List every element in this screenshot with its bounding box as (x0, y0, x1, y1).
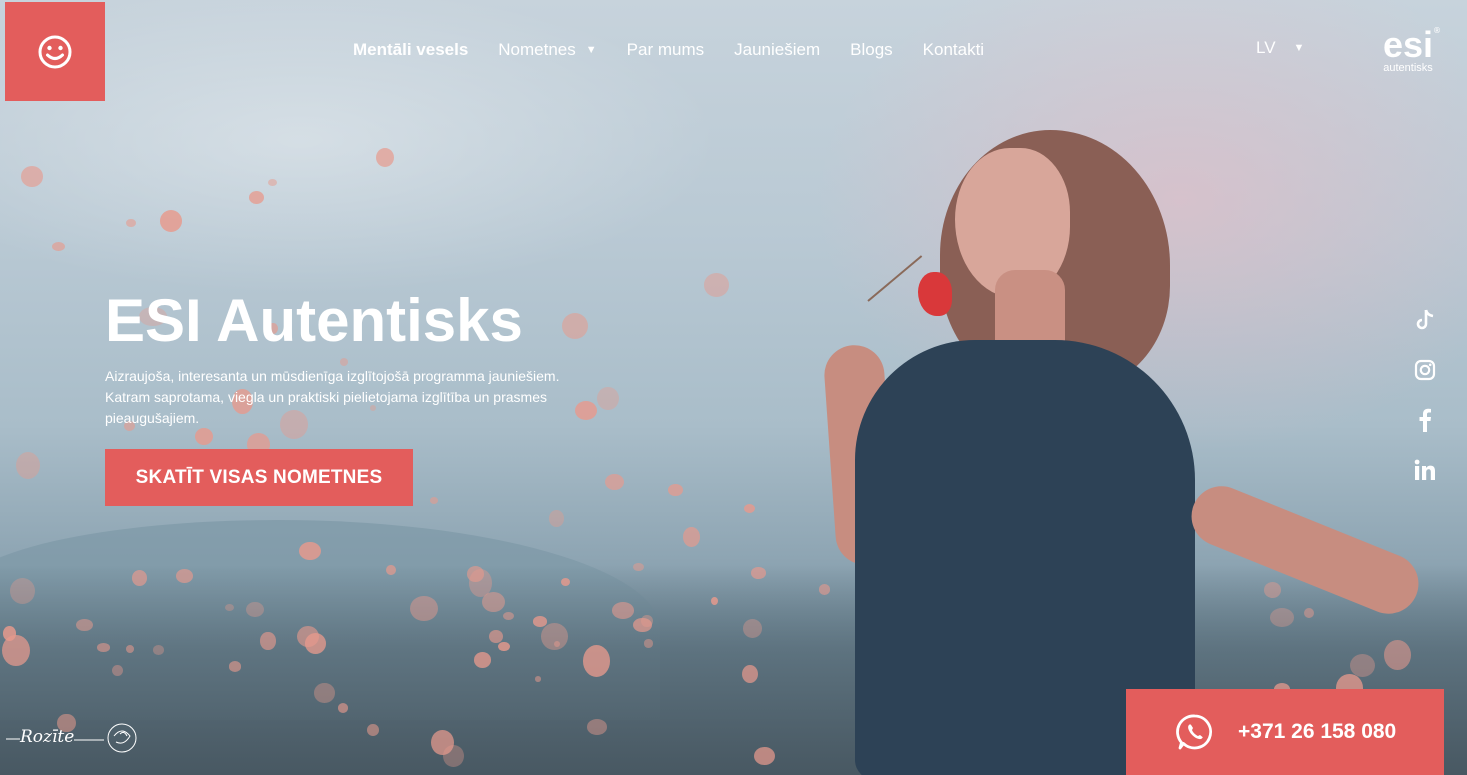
signature-text: Rozīte (20, 727, 75, 747)
flower-bud (386, 565, 396, 575)
flower-bud (498, 641, 510, 652)
flower-bud (51, 241, 65, 251)
flower-bud (1263, 582, 1281, 598)
flower-bud (667, 483, 683, 497)
flower-bud (474, 652, 492, 668)
flower-bud (604, 473, 624, 491)
chevron-down-icon: ▼ (585, 44, 597, 56)
smiley-icon (38, 35, 72, 68)
flower-bud (304, 632, 327, 654)
registered-mark: ® (1433, 26, 1442, 35)
instagram-icon[interactable] (1410, 355, 1440, 385)
whatsapp-phone-button[interactable]: +371 26 158 080 (1126, 689, 1444, 775)
flower-bud (643, 639, 653, 648)
nav-item-nometnes-label: Nometnes (498, 40, 576, 59)
nav-item-kontakti[interactable]: Kontakti (923, 38, 984, 62)
nav-item-blogs[interactable]: Blogs (850, 38, 893, 62)
phone-number: +371 26 158 080 (1238, 720, 1397, 743)
flower-bud (176, 569, 193, 584)
flower-bud (586, 719, 607, 735)
flower-bud (195, 427, 213, 446)
flower-bud (611, 602, 634, 619)
flower-bud (549, 510, 564, 527)
logo-button[interactable] (5, 2, 105, 101)
flower-bud (159, 210, 182, 233)
flower-bud (111, 664, 123, 677)
flower-bud (246, 602, 264, 618)
flower-bud (314, 683, 335, 703)
flower-bud (429, 496, 439, 504)
hero-title: ESI Autentisks (105, 287, 523, 354)
flower-bud (468, 569, 492, 597)
flower-bud (2, 626, 16, 641)
flower-bud (228, 661, 242, 672)
social-links (1410, 305, 1440, 505)
flower-bud (1269, 608, 1294, 628)
flower-bud (541, 622, 568, 650)
flower-bud (126, 644, 135, 653)
flower-bud (489, 630, 503, 644)
flower-bud (1384, 640, 1411, 670)
flower-bud (260, 632, 276, 650)
facebook-icon[interactable] (1410, 405, 1440, 435)
nav-item-par-mums[interactable]: Par mums (627, 38, 704, 62)
nav-item-nometnes[interactable]: Nometnes ▼ (498, 38, 596, 62)
flower-bud (582, 645, 610, 677)
flower-bud (743, 503, 756, 513)
tiktok-icon[interactable] (1410, 305, 1440, 335)
chevron-down-icon: ▼ (1293, 42, 1305, 54)
nav-item-jauniesiem[interactable]: Jauniešiem (734, 38, 820, 62)
flower-bud (97, 643, 110, 653)
signature-line-icon (6, 738, 20, 740)
language-label: LV (1256, 38, 1276, 57)
brand-logo[interactable]: esi autentisks ® (1383, 24, 1441, 74)
brand-subtitle: autentisks (1383, 62, 1433, 74)
language-selector[interactable]: LV ▼ (1256, 38, 1304, 58)
linkedin-icon[interactable] (1410, 455, 1440, 485)
flower-bud (683, 527, 701, 547)
flower-bud (340, 358, 348, 366)
whatsapp-icon (1176, 714, 1212, 750)
brand-name: esi (1383, 24, 1434, 65)
flower-bud (818, 584, 831, 595)
flower-bud (20, 166, 44, 188)
flower-bud (366, 724, 379, 736)
flower-bud (742, 618, 763, 638)
flower-bud (9, 577, 35, 604)
flower-bud (751, 567, 766, 579)
flower-bud (410, 595, 438, 622)
nav-item-mentali-vesels[interactable]: Mentāli vesels (353, 38, 468, 62)
flower-bud (574, 400, 598, 421)
flower-bud (153, 645, 164, 655)
hero-description: Aizraujoša, interesanta un mūsdienīga iz… (105, 368, 560, 426)
signature-logo: Rozīte (6, 712, 144, 762)
red-poppy (918, 272, 952, 316)
rose-icon (74, 723, 137, 753)
flower-bud (431, 730, 454, 756)
view-camps-button[interactable]: SKATĪT VISAS NOMETNES (105, 449, 413, 506)
flower-bud (75, 618, 93, 631)
flower-bud (337, 703, 348, 713)
main-nav: Mentāli vesels Nometnes ▼ Par mums Jauni… (353, 38, 1014, 62)
flower-bud (131, 570, 147, 586)
